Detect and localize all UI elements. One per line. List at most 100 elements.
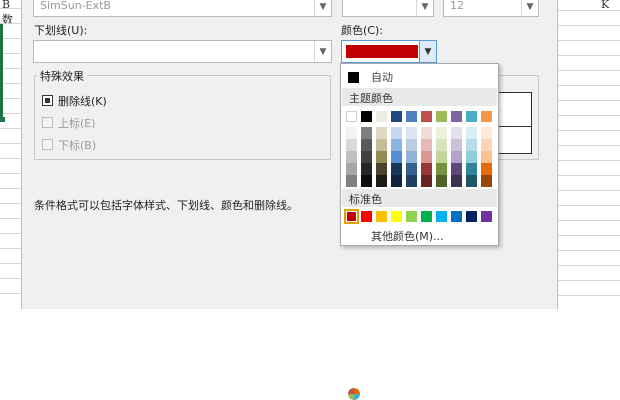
standard-color-swatch[interactable] <box>361 211 372 222</box>
standard-color-swatch[interactable] <box>406 211 417 222</box>
sheet-left-edge: B数 <box>0 0 21 309</box>
standard-color-swatch[interactable] <box>466 211 477 222</box>
theme-color-swatch[interactable] <box>406 139 417 151</box>
theme-color-swatch[interactable] <box>466 127 477 139</box>
theme-color-swatch[interactable] <box>346 127 357 139</box>
theme-color-swatch[interactable] <box>376 175 387 187</box>
subscript-checkbox[interactable] <box>42 139 53 150</box>
theme-color-swatch[interactable] <box>436 139 447 151</box>
theme-color-swatch[interactable] <box>436 127 447 139</box>
theme-color-swatch[interactable] <box>391 163 402 175</box>
chevron-down-icon[interactable]: ▼ <box>314 0 331 16</box>
theme-color-swatch[interactable] <box>481 111 492 122</box>
theme-color-swatch[interactable] <box>436 151 447 163</box>
row-gridline <box>557 85 620 86</box>
standard-color-swatch[interactable] <box>436 211 447 222</box>
chevron-down-icon[interactable]: ▼ <box>419 41 436 62</box>
theme-color-swatch[interactable] <box>466 111 477 122</box>
theme-color-swatch[interactable] <box>481 139 492 151</box>
theme-color-swatch[interactable] <box>391 139 402 151</box>
row-gridline <box>557 130 620 131</box>
row-gridline <box>0 83 21 84</box>
standard-color-swatch[interactable] <box>451 211 462 222</box>
theme-color-swatch[interactable] <box>451 127 462 139</box>
theme-color-swatch[interactable] <box>466 163 477 175</box>
superscript-checkbox[interactable] <box>42 117 53 128</box>
theme-color-swatch[interactable] <box>451 163 462 175</box>
theme-color-swatch[interactable] <box>391 111 402 122</box>
theme-color-swatch[interactable] <box>376 111 387 122</box>
theme-color-swatch[interactable] <box>376 163 387 175</box>
theme-color-swatch[interactable] <box>391 127 402 139</box>
theme-color-swatch[interactable] <box>361 127 372 139</box>
chevron-down-icon[interactable]: ▼ <box>521 0 538 16</box>
theme-color-swatch[interactable] <box>391 175 402 187</box>
row-gridline <box>557 250 620 251</box>
theme-color-swatch[interactable] <box>361 139 372 151</box>
row-gridline <box>0 173 21 174</box>
underline-combo[interactable]: ▼ <box>33 40 332 63</box>
theme-color-swatch[interactable] <box>421 163 432 175</box>
theme-color-swatch[interactable] <box>421 175 432 187</box>
standard-color-swatch[interactable] <box>421 211 432 222</box>
theme-color-swatch[interactable] <box>481 163 492 175</box>
font-name-value: SimSun-ExtB <box>40 0 111 12</box>
chevron-down-icon[interactable]: ▼ <box>416 0 433 16</box>
theme-color-swatch[interactable] <box>451 151 462 163</box>
fill-handle[interactable] <box>0 117 5 122</box>
theme-color-swatch[interactable] <box>436 111 447 122</box>
theme-color-swatch[interactable] <box>466 151 477 163</box>
standard-color-swatch[interactable] <box>481 211 492 222</box>
theme-color-swatch[interactable] <box>376 151 387 163</box>
chevron-down-icon[interactable]: ▼ <box>314 41 331 62</box>
theme-color-swatch[interactable] <box>391 151 402 163</box>
superscript-label[interactable]: 上标(E) <box>58 115 96 131</box>
strikethrough-checkbox[interactable] <box>42 95 53 106</box>
theme-color-swatch[interactable] <box>361 111 372 122</box>
automatic-label: 自动 <box>371 71 393 84</box>
font-name-combo[interactable]: SimSun-ExtB ▼ <box>33 0 332 17</box>
theme-color-swatch[interactable] <box>376 139 387 151</box>
theme-color-swatch[interactable] <box>421 127 432 139</box>
theme-color-swatch[interactable] <box>346 111 357 122</box>
theme-color-swatch[interactable] <box>361 163 372 175</box>
theme-color-swatch[interactable] <box>346 175 357 187</box>
theme-color-swatch[interactable] <box>406 175 417 187</box>
theme-color-swatch[interactable] <box>421 111 432 122</box>
theme-color-swatch[interactable] <box>436 175 447 187</box>
theme-color-swatch[interactable] <box>361 151 372 163</box>
standard-color-swatch[interactable] <box>344 209 359 224</box>
theme-color-swatch[interactable] <box>346 139 357 151</box>
standard-color-swatch[interactable] <box>391 211 402 222</box>
row-gridline <box>557 190 620 191</box>
theme-color-swatch[interactable] <box>451 139 462 151</box>
theme-colors-label: 主题颜色 <box>349 92 393 105</box>
strikethrough-label[interactable]: 删除线(K) <box>58 93 107 109</box>
theme-color-swatch[interactable] <box>421 139 432 151</box>
theme-color-swatch[interactable] <box>406 151 417 163</box>
theme-color-swatch[interactable] <box>361 175 372 187</box>
theme-color-swatch[interactable] <box>451 175 462 187</box>
color-picker-button[interactable]: ▼ <box>341 40 437 63</box>
theme-color-swatch[interactable] <box>406 127 417 139</box>
theme-color-swatch[interactable] <box>421 151 432 163</box>
theme-color-swatch[interactable] <box>451 111 462 122</box>
standard-color-swatch[interactable] <box>376 211 387 222</box>
font-style-combo[interactable]: ▼ <box>342 0 434 17</box>
theme-color-swatch[interactable] <box>481 175 492 187</box>
theme-color-swatch[interactable] <box>466 139 477 151</box>
row-gridline <box>557 280 620 281</box>
more-colors-item[interactable]: 其他颜色(M)... <box>342 224 497 400</box>
theme-color-swatch[interactable] <box>376 127 387 139</box>
theme-color-swatch[interactable] <box>481 151 492 163</box>
automatic-color-item[interactable]: 自动 <box>342 66 497 86</box>
theme-color-swatch[interactable] <box>346 151 357 163</box>
theme-color-swatch[interactable] <box>406 163 417 175</box>
subscript-label[interactable]: 下标(B) <box>58 137 96 153</box>
theme-color-swatch[interactable] <box>436 163 447 175</box>
theme-color-swatch[interactable] <box>481 127 492 139</box>
font-size-combo[interactable]: 12 ▼ <box>443 0 539 17</box>
theme-color-swatch[interactable] <box>406 111 417 122</box>
theme-color-swatch[interactable] <box>466 175 477 187</box>
theme-color-swatch[interactable] <box>346 163 357 175</box>
